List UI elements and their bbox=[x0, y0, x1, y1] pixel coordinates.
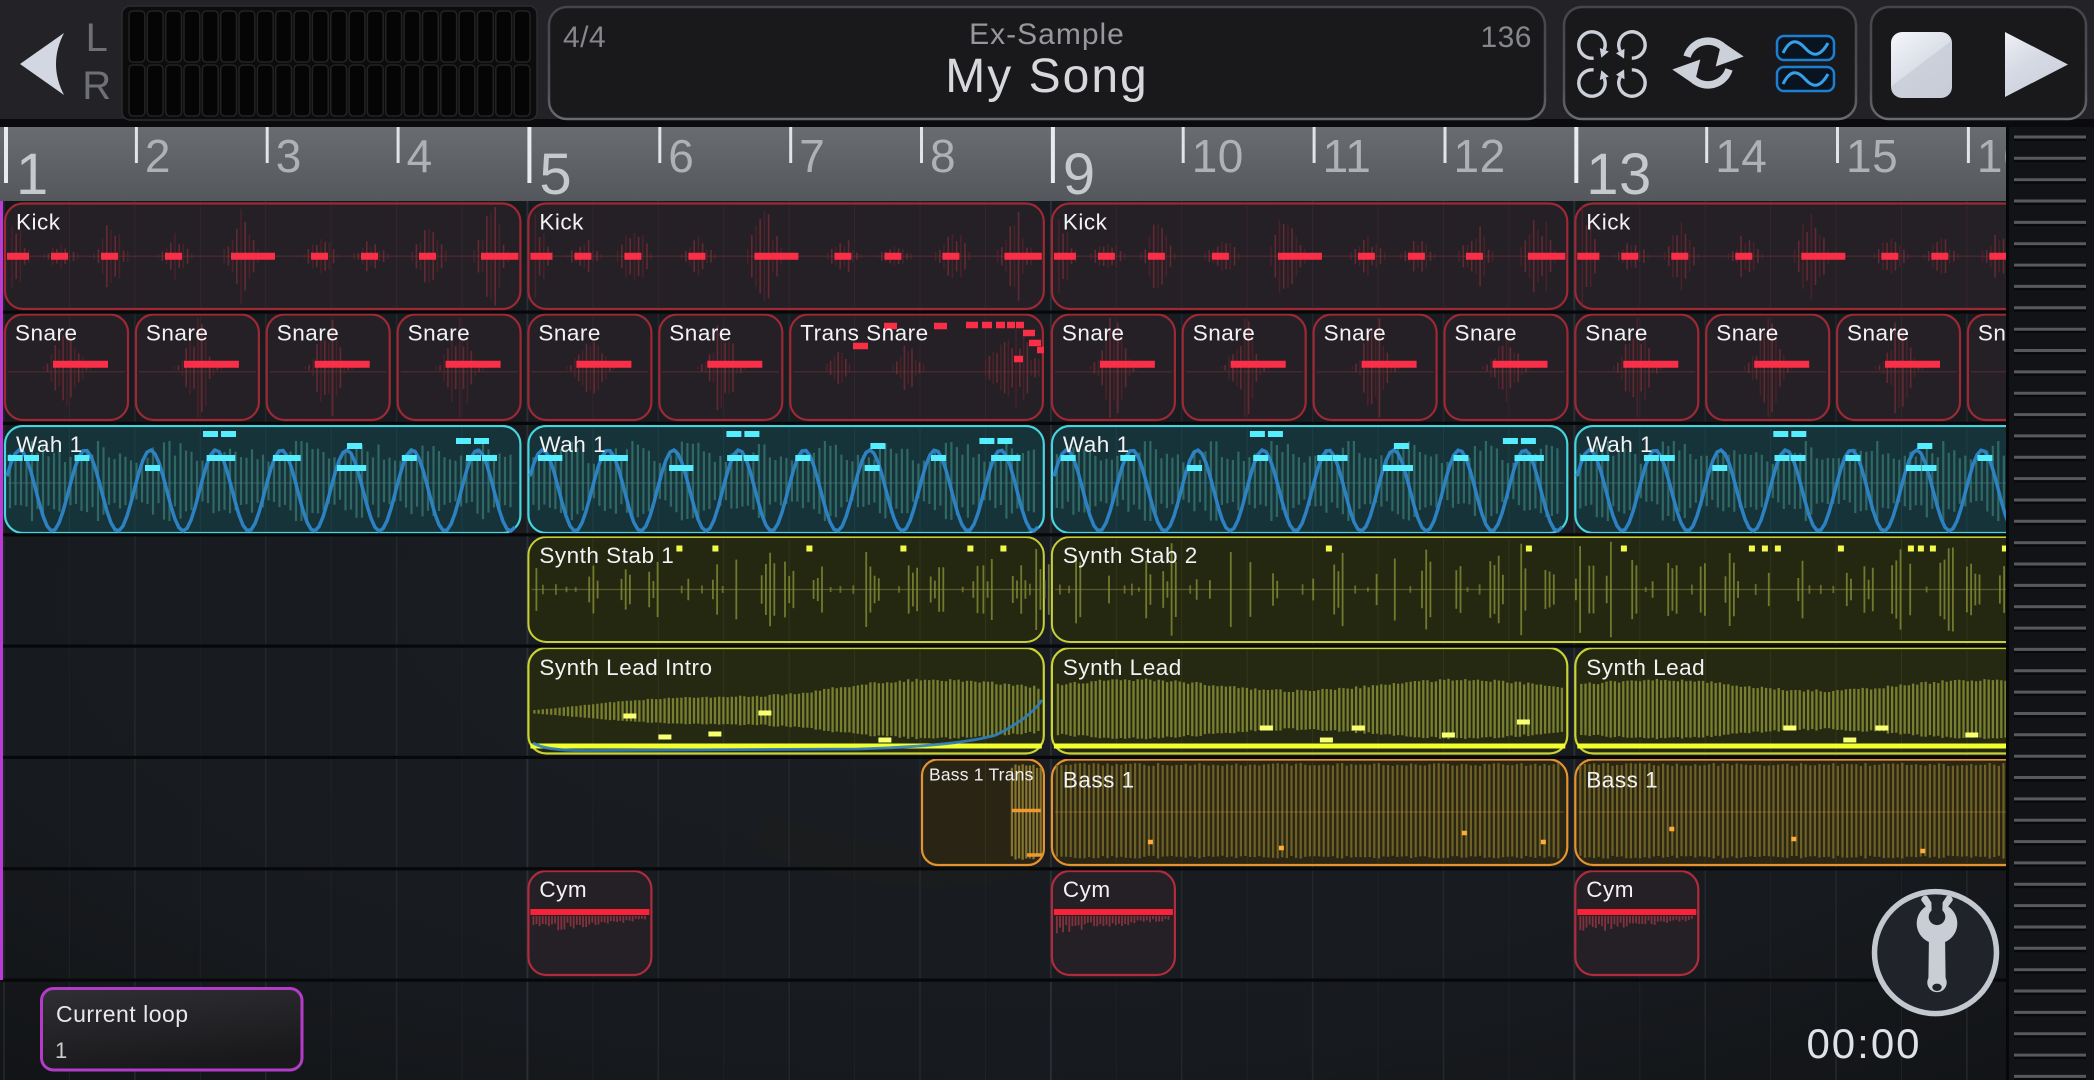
svg-text:2: 2 bbox=[145, 130, 171, 182]
svg-text:5: 5 bbox=[539, 142, 572, 207]
svg-text:Bass 1: Bass 1 bbox=[1063, 768, 1135, 793]
svg-text:15: 15 bbox=[1846, 130, 1898, 182]
svg-text:6: 6 bbox=[668, 130, 694, 182]
svg-text:Synth Lead: Synth Lead bbox=[1063, 655, 1182, 680]
svg-text:Snare: Snare bbox=[1585, 321, 1648, 346]
svg-text:Kick: Kick bbox=[16, 210, 61, 235]
svg-text:11: 11 bbox=[1323, 130, 1372, 182]
svg-text:Synth Lead Intro: Synth Lead Intro bbox=[539, 655, 712, 680]
svg-text:Snare: Snare bbox=[1716, 321, 1779, 346]
svg-text:Snare: Snare bbox=[408, 321, 471, 346]
svg-text:Snare: Snare bbox=[1324, 321, 1387, 346]
svg-text:Wah 1: Wah 1 bbox=[16, 432, 83, 457]
svg-text:Snare: Snare bbox=[1455, 321, 1518, 346]
svg-text:Synth Lead: Synth Lead bbox=[1586, 655, 1705, 680]
svg-text:Kick: Kick bbox=[1063, 210, 1108, 235]
svg-text:Bass 1: Bass 1 bbox=[1586, 768, 1658, 793]
svg-text:Snare: Snare bbox=[146, 321, 209, 346]
svg-text:1: 1 bbox=[55, 1038, 68, 1063]
svg-text:3: 3 bbox=[276, 130, 302, 182]
svg-text:My Song: My Song bbox=[945, 50, 1148, 103]
svg-text:1: 1 bbox=[16, 142, 49, 207]
svg-text:Snare: Snare bbox=[669, 321, 732, 346]
svg-text:00:00: 00:00 bbox=[1806, 1020, 1921, 1067]
svg-text:Bass 1 Trans: Bass 1 Trans bbox=[929, 765, 1034, 785]
svg-text:Current loop: Current loop bbox=[56, 1001, 189, 1027]
svg-text:Cym: Cym bbox=[539, 877, 587, 902]
svg-text:4/4: 4/4 bbox=[563, 21, 606, 54]
svg-text:Cym: Cym bbox=[1586, 877, 1634, 902]
svg-text:136: 136 bbox=[1480, 21, 1532, 54]
svg-text:Kick: Kick bbox=[539, 210, 584, 235]
svg-text:9: 9 bbox=[1063, 142, 1096, 207]
svg-text:Synth Stab 1: Synth Stab 1 bbox=[539, 543, 674, 568]
svg-text:L: L bbox=[86, 16, 109, 60]
svg-text:Snare: Snare bbox=[1847, 321, 1910, 346]
svg-text:Ex-Sample: Ex-Sample bbox=[969, 18, 1125, 51]
svg-text:13: 13 bbox=[1586, 142, 1652, 207]
svg-text:Cym: Cym bbox=[1063, 877, 1111, 902]
svg-text:8: 8 bbox=[930, 130, 956, 182]
svg-text:4: 4 bbox=[407, 130, 433, 182]
svg-text:Snare: Snare bbox=[1062, 321, 1125, 346]
svg-text:Trans Snare: Trans Snare bbox=[800, 321, 928, 346]
svg-text:Snare: Snare bbox=[538, 321, 601, 346]
svg-text:Wah 1: Wah 1 bbox=[539, 432, 606, 457]
svg-text:10: 10 bbox=[1192, 130, 1244, 182]
svg-text:12: 12 bbox=[1454, 130, 1506, 182]
svg-text:Synth Stab 2: Synth Stab 2 bbox=[1063, 543, 1198, 568]
svg-text:Kick: Kick bbox=[1586, 210, 1631, 235]
svg-text:Snare: Snare bbox=[277, 321, 340, 346]
svg-text:Snare: Snare bbox=[1193, 321, 1256, 346]
svg-text:R: R bbox=[82, 64, 111, 108]
svg-text:14: 14 bbox=[1715, 130, 1767, 182]
svg-text:Wah 1: Wah 1 bbox=[1063, 432, 1130, 457]
svg-text:7: 7 bbox=[799, 130, 825, 182]
svg-text:Snare: Snare bbox=[15, 321, 78, 346]
svg-text:Wah 1: Wah 1 bbox=[1586, 432, 1653, 457]
